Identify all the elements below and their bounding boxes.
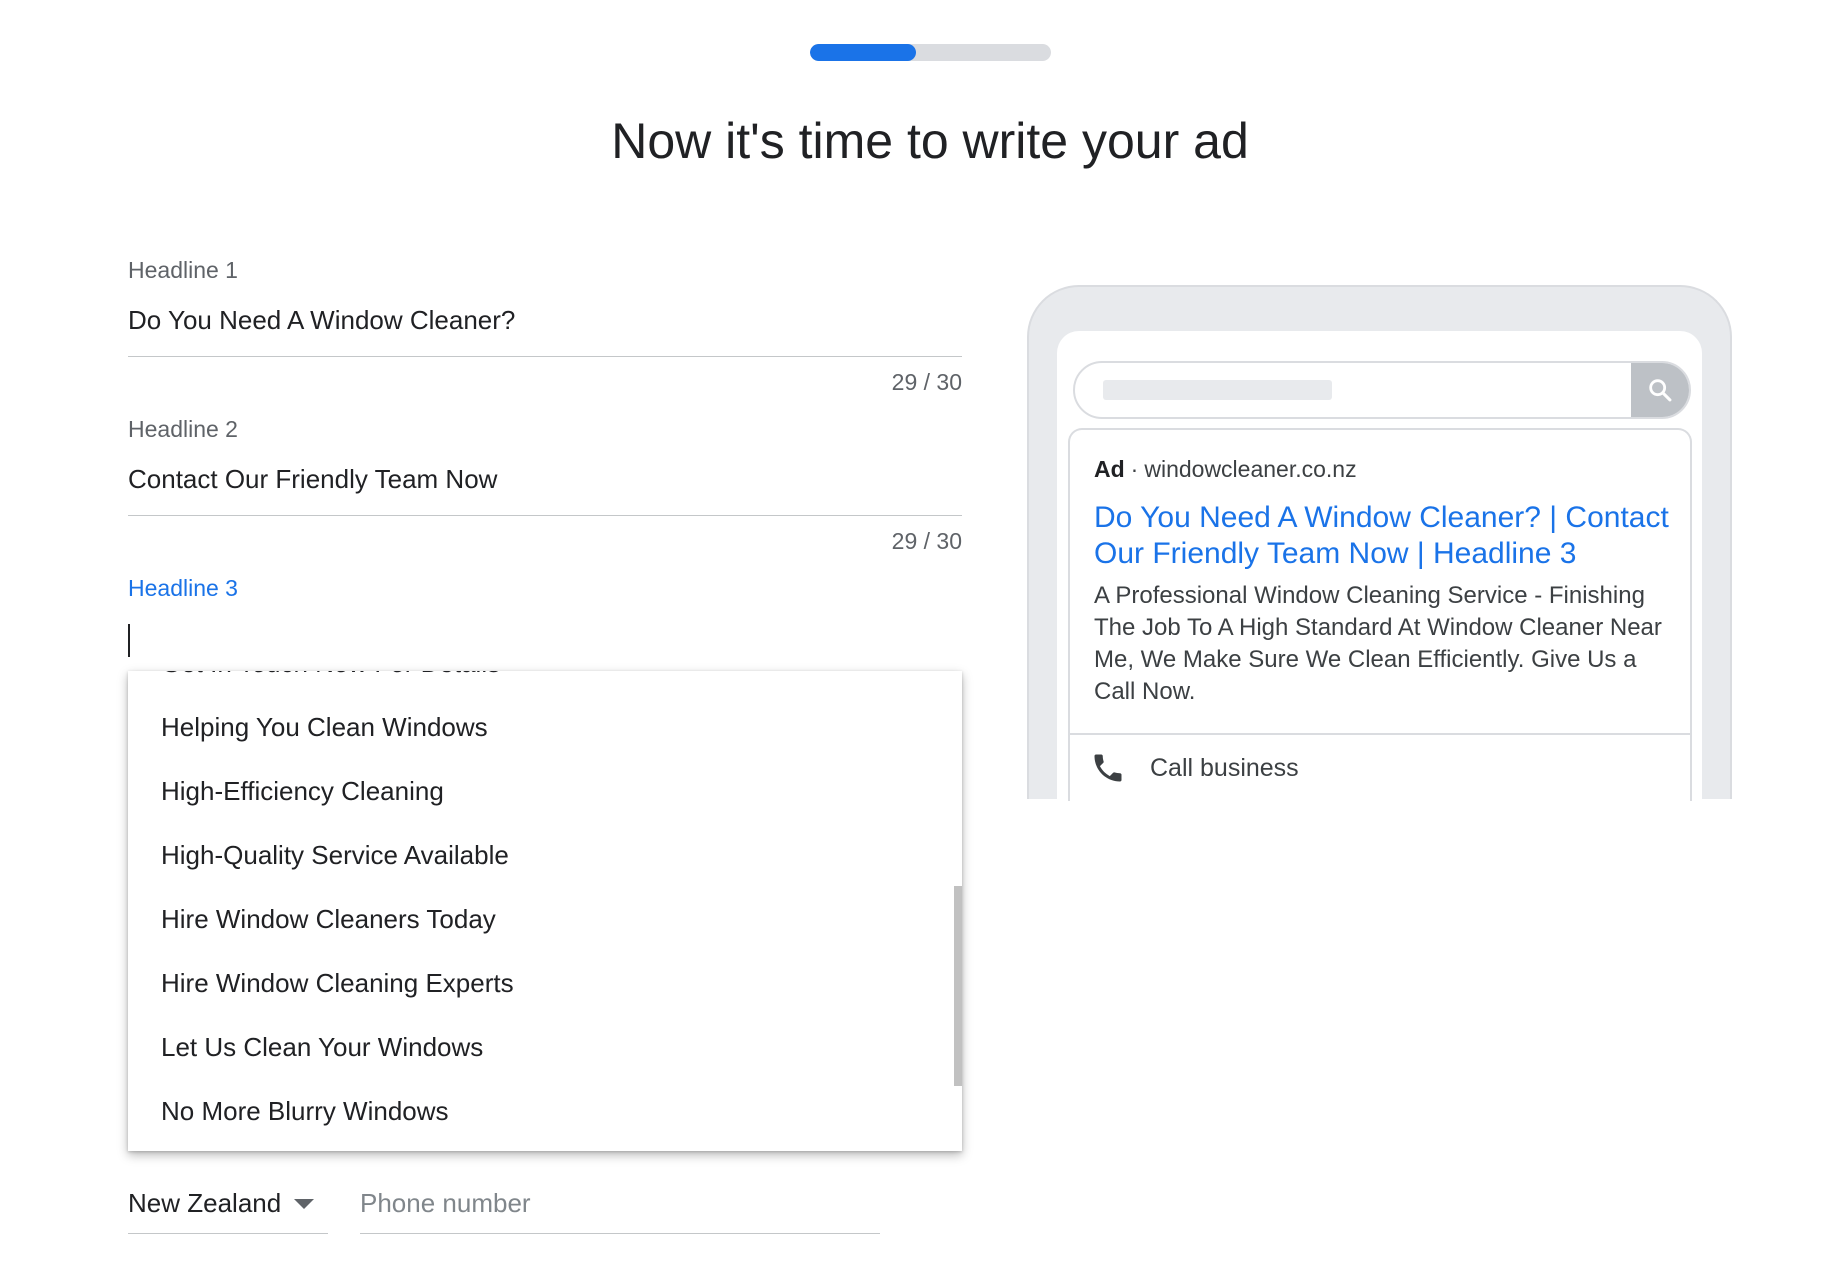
headline-1-field[interactable]: Headline 1 Do You Need A Window Cleaner?… bbox=[128, 257, 962, 396]
dropdown-arrow-icon bbox=[294, 1199, 314, 1209]
call-business-label: Call business bbox=[1150, 754, 1299, 782]
suggestion-item[interactable]: Hire Window Cleaning Experts bbox=[161, 951, 514, 1015]
headline-1-counter: 29 / 30 bbox=[891, 369, 962, 395]
headline-2-label: Headline 2 bbox=[128, 416, 238, 442]
suggestion-item[interactable]: High-Efficiency Cleaning bbox=[161, 759, 444, 823]
headline-3-input[interactable] bbox=[128, 622, 962, 657]
headline-suggestions-dropdown[interactable]: Get In Touch Now For Details Helping You… bbox=[128, 671, 962, 1151]
preview-search-button bbox=[1631, 363, 1689, 417]
suggestion-item[interactable]: Let Us Clean Your Windows bbox=[161, 1015, 483, 1079]
preview-search-bar bbox=[1073, 361, 1691, 419]
ad-separator: · bbox=[1130, 456, 1139, 482]
ad-divider bbox=[1070, 733, 1690, 735]
suggestion-item[interactable]: High-Quality Service Available bbox=[161, 823, 509, 887]
ad-description: A Professional Window Cleaning Service -… bbox=[1094, 582, 1662, 705]
headline-3-label: Headline 3 bbox=[128, 575, 238, 601]
headline-3-field[interactable]: Headline 3 bbox=[128, 575, 962, 675]
headline-2-input[interactable]: Contact Our Friendly Team Now bbox=[128, 463, 962, 495]
mobile-preview-screen: Ad · windowcleaner.co.nz Do You Need A Win… bbox=[1057, 331, 1702, 801]
ad-domain: windowcleaner.co.nz bbox=[1144, 456, 1357, 482]
ad-meta: Ad · windowcleaner.co.nz bbox=[1094, 456, 1357, 483]
mobile-preview-frame: Ad · windowcleaner.co.nz Do You Need A Win… bbox=[1027, 285, 1732, 801]
ad-preview-card: Ad · windowcleaner.co.nz Do You Need A Win… bbox=[1068, 428, 1692, 801]
headline-2-counter: 29 / 30 bbox=[891, 528, 962, 554]
suggestion-item[interactable]: Hire Window Cleaners Today bbox=[161, 887, 496, 951]
page-title: Now it's time to write your ad bbox=[611, 113, 1249, 169]
headline-1-label: Headline 1 bbox=[128, 257, 238, 283]
phone-number-placeholder: Phone number bbox=[360, 1188, 531, 1218]
phone-underline bbox=[360, 1233, 880, 1234]
headline-2-underline bbox=[128, 515, 962, 516]
headline-1-input[interactable]: Do You Need A Window Cleaner? bbox=[128, 304, 962, 336]
suggestion-item[interactable]: No More Blurry Windows bbox=[161, 1079, 449, 1143]
text-caret bbox=[128, 623, 130, 657]
ad-headline: Do You Need A Window Cleaner? | Contact … bbox=[1094, 501, 1669, 570]
country-select[interactable]: New Zealand bbox=[128, 1186, 328, 1234]
progress-bar bbox=[810, 44, 1051, 61]
suggestion-item[interactable]: Helping You Clean Windows bbox=[161, 695, 488, 759]
search-placeholder-bar bbox=[1103, 380, 1332, 400]
headline-2-field[interactable]: Headline 2 Contact Our Friendly Team Now… bbox=[128, 416, 962, 555]
headline-1-underline bbox=[128, 356, 962, 357]
progress-fill bbox=[810, 44, 917, 61]
phone-icon bbox=[1094, 754, 1122, 782]
dropdown-scrollbar[interactable] bbox=[954, 886, 962, 1086]
ad-badge: Ad bbox=[1094, 456, 1125, 482]
phone-number-input[interactable]: Phone number bbox=[360, 1186, 880, 1234]
country-underline bbox=[128, 1233, 328, 1234]
suggestion-item[interactable]: Get In Touch Now For Details bbox=[161, 671, 500, 695]
search-icon bbox=[1649, 379, 1672, 402]
